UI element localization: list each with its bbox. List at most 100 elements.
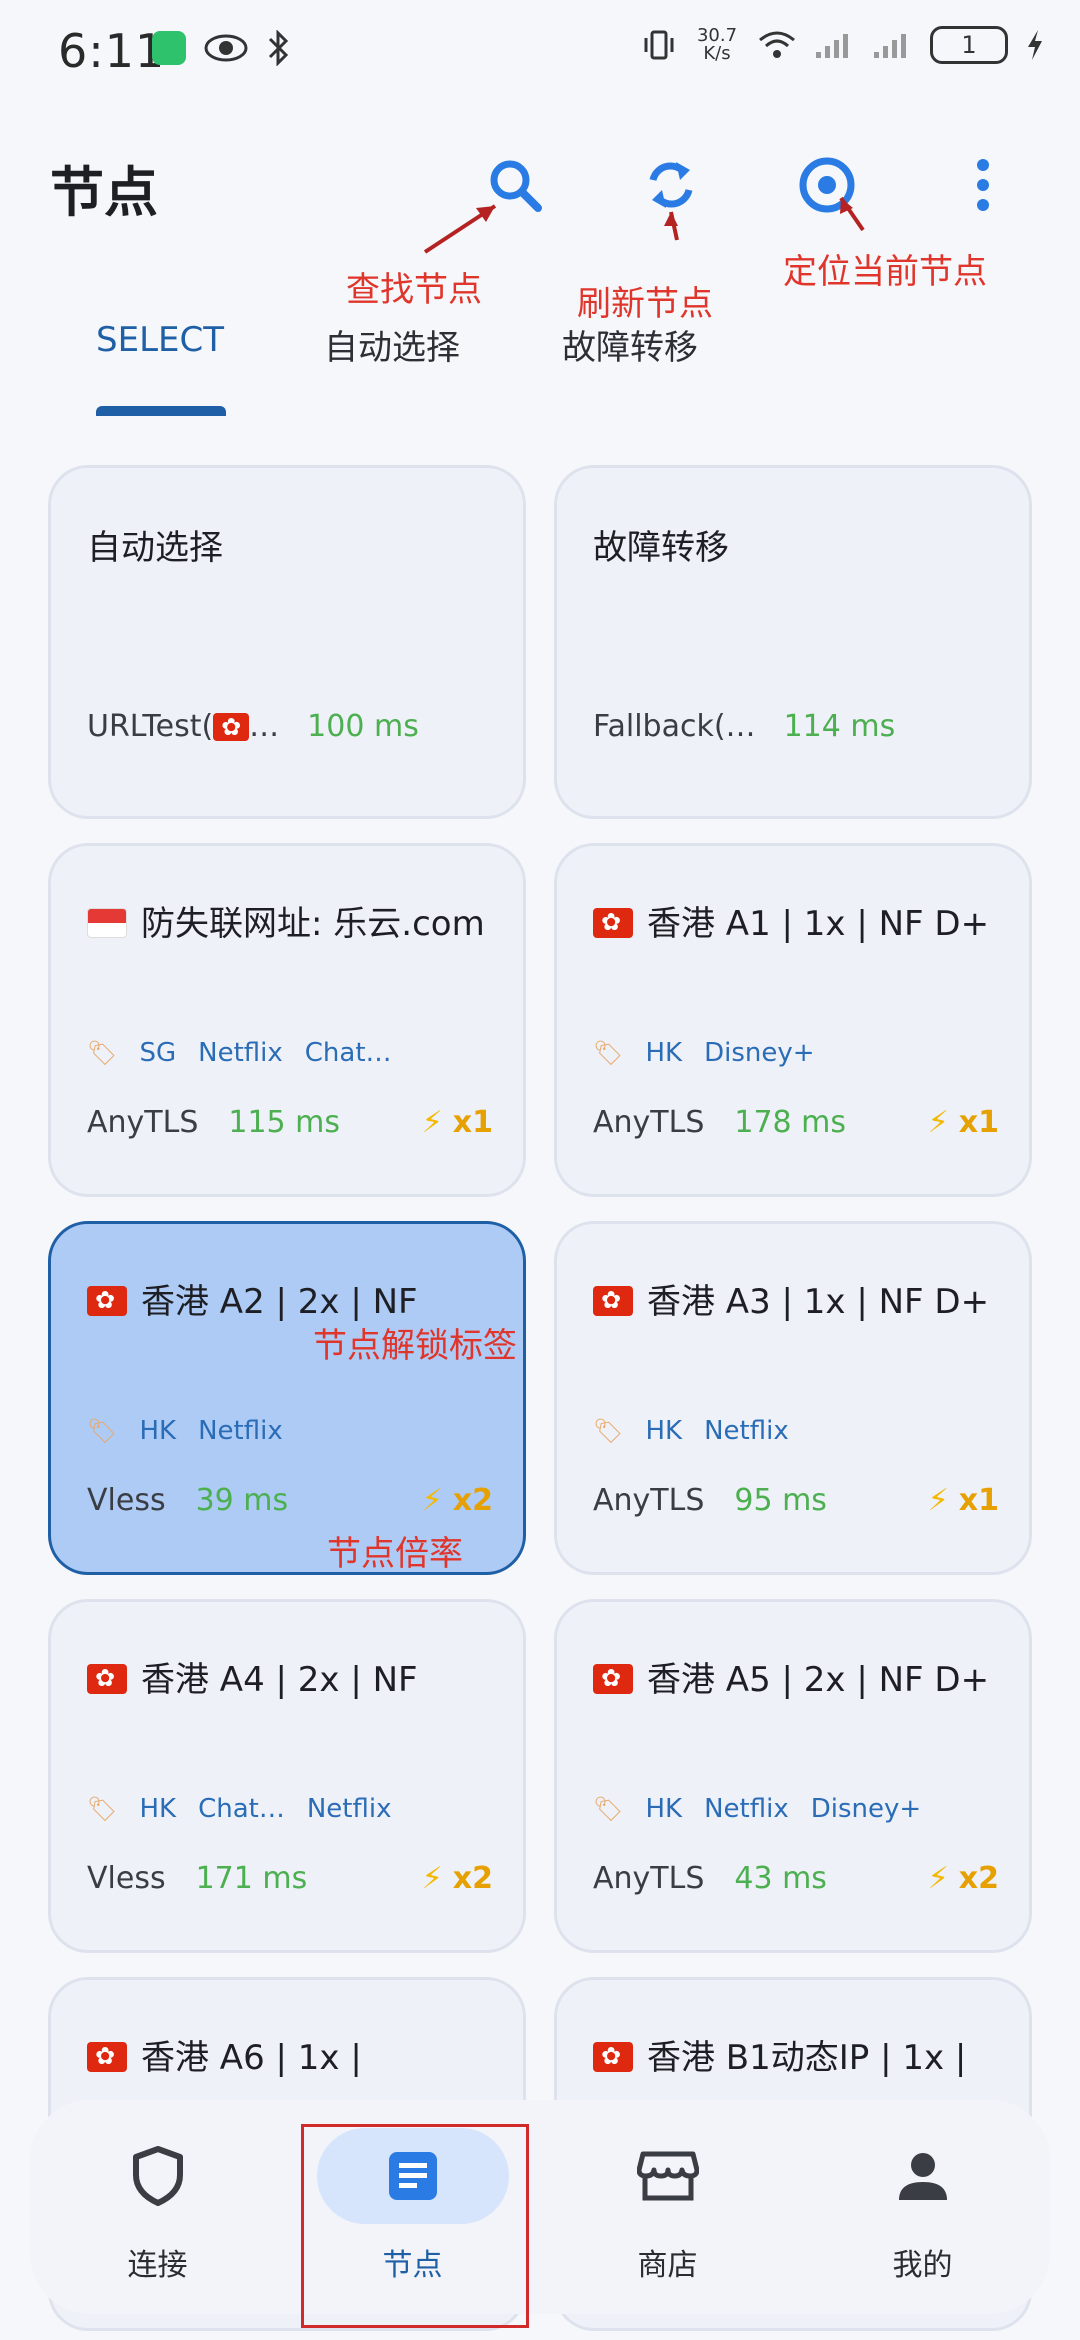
card-multiplier: ⚡ x2 <box>422 1483 493 1518</box>
tag: Chat… <box>198 1794 285 1824</box>
card-tags: 🏷 HK Netflix <box>87 1416 283 1446</box>
card-proto: AnyTLS <box>593 1861 705 1896</box>
card-footer: AnyTLS 95 ms ⚡ x1 <box>593 1483 999 1518</box>
status-left-icons <box>152 30 290 66</box>
eye-icon <box>204 34 248 62</box>
card-latency: 43 ms <box>734 1861 827 1896</box>
card-tags: 🏷 HK Chat… Netflix <box>87 1794 391 1824</box>
node-card-selected[interactable]: 香港 A2 | 2x | NF 🏷 HK Netflix Vless 39 ms… <box>48 1221 526 1575</box>
nav-label: 连接 <box>127 2248 188 2283</box>
bolt-icon: ⚡ <box>421 1105 443 1140</box>
tag: Netflix <box>704 1416 789 1446</box>
card-tags: 🏷 HK Disney+ <box>593 1038 815 1068</box>
card-title: 香港 A1 | 1x | NF D+ <box>647 904 990 944</box>
network-speed: 30.7 K/s <box>694 27 740 63</box>
tag: Netflix <box>198 1416 283 1446</box>
status-bar: 6:11 30.7 K/s 1 <box>0 0 1080 100</box>
multiplier-value: x2 <box>958 1861 999 1896</box>
tag: Netflix <box>306 1794 392 1824</box>
card-proto-ellipsis: … <box>249 709 280 744</box>
card-proto: AnyTLS <box>593 1105 705 1140</box>
locate-button[interactable] <box>792 150 862 220</box>
bolt-icon: ⚡ <box>927 1483 949 1518</box>
card-title-row: 香港 A4 | 2x | NF <box>87 1654 489 1706</box>
hk-flag-icon <box>593 907 633 938</box>
tag: Chat… <box>304 1038 392 1068</box>
status-time: 6:11 <box>58 24 166 78</box>
more-vert-icon <box>977 159 989 211</box>
store-icon <box>636 2151 699 2201</box>
card-multiplier: ⚡ x1 <box>422 1105 493 1140</box>
bluetooth-icon <box>268 30 289 66</box>
refresh-icon <box>649 162 693 208</box>
search-button[interactable] <box>480 150 550 220</box>
annotation-locate: 定位当前节点 <box>783 252 987 292</box>
card-multiplier: ⚡ x2 <box>422 1861 493 1896</box>
refresh-button[interactable] <box>636 150 706 220</box>
tag-icon: 🏷 <box>593 1795 624 1823</box>
tag: HK <box>645 1038 683 1068</box>
card-title-row: 防失联网址: 乐云.com <box>87 898 489 950</box>
multiplier-value: x1 <box>958 1483 999 1518</box>
hk-flag-icon <box>87 1663 127 1694</box>
nav-label: 商店 <box>637 2248 698 2283</box>
more-button[interactable] <box>960 150 1006 220</box>
tab-select[interactable]: SELECT <box>96 320 224 360</box>
card-proto: AnyTLS <box>87 1105 199 1140</box>
card-title: 防失联网址: 乐云.com <box>141 904 485 944</box>
nav-profile[interactable]: 我的 <box>795 2100 1050 2314</box>
annotation-search: 查找节点 <box>346 270 482 310</box>
card-title: 香港 A4 | 2x | NF <box>141 1660 418 1700</box>
card-footer: AnyTLS 43 ms ⚡ x2 <box>593 1861 999 1896</box>
hk-flag-icon <box>213 712 250 742</box>
tab-indicator <box>96 406 226 416</box>
card-title-row: 香港 A5 | 2x | NF D+ <box>593 1654 995 1706</box>
card-latency: 100 ms <box>307 709 419 744</box>
bolt-icon: ⚡ <box>927 1861 949 1896</box>
node-card-failover[interactable]: 故障转移 Fallback(… 114 ms <box>554 465 1032 819</box>
card-footer: Vless 171 ms ⚡ x2 <box>87 1861 493 1896</box>
tag: Disney+ <box>810 1794 922 1824</box>
card-title-row: 香港 A6 | 1x | <box>87 2032 489 2084</box>
tab-auto-select[interactable]: 自动选择 <box>324 320 460 369</box>
node-card-auto-select[interactable]: 自动选择 URLTest(… 100 ms <box>48 465 526 819</box>
tab-bar: SELECT 自动选择 故障转移 <box>0 310 1080 420</box>
tab-failover[interactable]: 故障转移 <box>562 320 698 369</box>
wechat-icon <box>152 31 186 65</box>
card-latency: 114 ms <box>783 709 896 744</box>
bolt-icon: ⚡ <box>927 1105 949 1140</box>
annotation-multiplier: 节点倍率 <box>327 1534 463 1574</box>
card-proto: Vless <box>87 1861 166 1896</box>
signal-icon <box>816 34 848 58</box>
nav-icon-container <box>62 2128 254 2224</box>
card-title: 香港 A3 | 1x | NF D+ <box>647 1282 990 1322</box>
nav-store[interactable]: 商店 <box>540 2100 795 2314</box>
node-card[interactable]: 香港 A3 | 1x | NF D+ 🏷 HK Netflix AnyTLS 9… <box>554 1221 1032 1575</box>
nav-icon-container <box>827 2128 1019 2224</box>
annotation-highlight-box <box>301 2124 529 2328</box>
card-title-row: 香港 A3 | 1x | NF D+ <box>593 1276 995 1328</box>
charging-icon <box>1028 30 1042 60</box>
tag: HK <box>645 1416 683 1446</box>
card-proto: Fallback(… <box>593 709 756 744</box>
locate-icon <box>799 157 855 213</box>
nav-icon-container <box>572 2128 764 2224</box>
card-title: 香港 B1动态IP | 1x | <box>647 2038 967 2078</box>
tag: HK <box>645 1794 683 1824</box>
node-card[interactable]: 香港 A1 | 1x | NF D+ 🏷 HK Disney+ AnyTLS 1… <box>554 843 1032 1197</box>
node-card[interactable]: 香港 A5 | 2x | NF D+ 🏷 HK Netflix Disney+ … <box>554 1599 1032 1953</box>
card-multiplier: ⚡ x2 <box>928 1861 999 1896</box>
node-card[interactable]: 香港 A4 | 2x | NF 🏷 HK Chat… Netflix Vless… <box>48 1599 526 1953</box>
multiplier-value: x1 <box>958 1105 999 1140</box>
tag-icon: 🏷 <box>87 1417 118 1445</box>
page-title: 节点 <box>50 161 158 224</box>
bolt-icon: ⚡ <box>421 1861 443 1896</box>
nav-connect[interactable]: 连接 <box>30 2100 285 2314</box>
bolt-icon: ⚡ <box>421 1483 443 1518</box>
shield-icon <box>132 2146 183 2206</box>
tag: Netflix <box>704 1794 789 1824</box>
node-card[interactable]: 防失联网址: 乐云.com 🏷 SG Netflix Chat… AnyTLS … <box>48 843 526 1197</box>
card-title-row: 香港 A1 | 1x | NF D+ <box>593 898 995 950</box>
card-latency: 95 ms <box>734 1483 827 1518</box>
sg-flag-icon <box>87 908 127 938</box>
